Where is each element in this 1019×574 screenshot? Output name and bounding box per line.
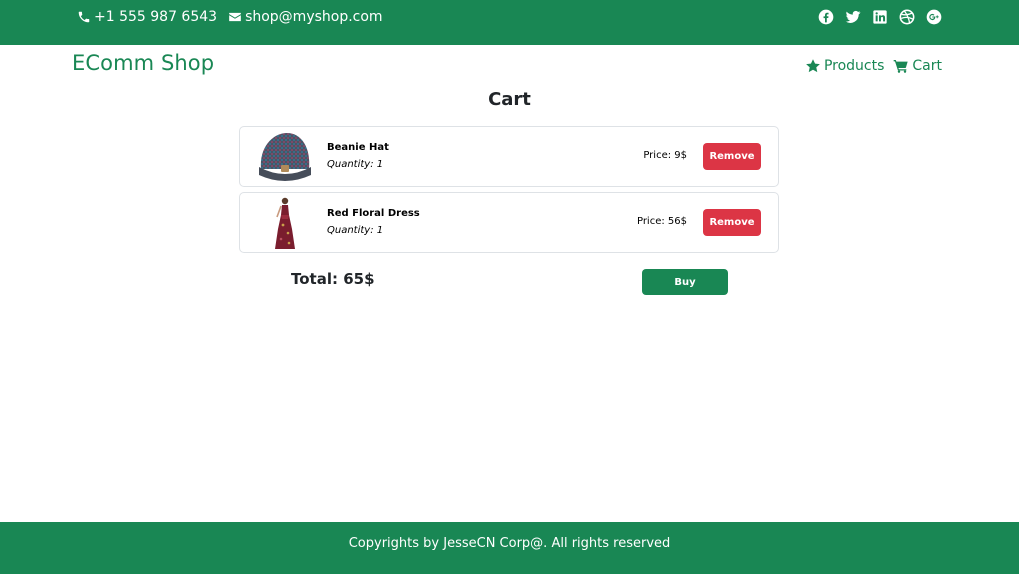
product-quantity: Quantity: 1 (327, 159, 384, 170)
product-image-beanie-hat (253, 129, 317, 184)
remove-item-button[interactable]: Remove (703, 143, 761, 170)
product-name: Beanie Hat (327, 142, 389, 153)
nav-cart-label: Cart (912, 58, 942, 74)
google-plus-icon (926, 9, 942, 25)
phone-number: +1 555 987 6543 (94, 9, 218, 25)
google-plus-link[interactable] (926, 9, 942, 25)
star-icon (806, 59, 820, 73)
product-quantity: Quantity: 1 (327, 225, 384, 236)
brand-logo[interactable]: EComm Shop (72, 51, 214, 75)
twitter-link[interactable] (845, 9, 861, 25)
main-navbar: EComm Shop Products Cart (0, 45, 1019, 87)
nav-products-label: Products (823, 58, 885, 74)
product-name: Red Floral Dress (327, 208, 420, 219)
phone-contact[interactable]: +1 555 987 6543 (77, 9, 217, 25)
envelope-icon (229, 12, 241, 22)
footer: Copyrights by JesseCN Corp@. All rights … (0, 522, 1019, 574)
cart-item: Beanie Hat Quantity: 1 Price: 9$ Remove (239, 126, 779, 187)
nav-links: Products Cart (796, 58, 942, 74)
dribbble-link[interactable] (899, 9, 915, 25)
phone-icon (78, 11, 90, 23)
cart-item: Red Floral Dress Quantity: 1 Price: 56$ … (239, 192, 779, 253)
buy-button[interactable]: Buy (642, 269, 728, 295)
dribbble-icon (899, 9, 915, 25)
footer-copyright: Copyrights by JesseCN Corp@. All rights … (348, 536, 671, 551)
email-contact[interactable]: shop@myshop.com (228, 9, 383, 25)
product-price: Price: 9$ (643, 150, 687, 161)
linkedin-icon (873, 10, 887, 24)
social-links (807, 9, 942, 25)
linkedin-link[interactable] (872, 9, 888, 25)
email-address: shop@myshop.com (245, 9, 383, 25)
facebook-icon (818, 9, 834, 25)
twitter-icon (845, 10, 861, 23)
nav-cart-link[interactable]: Cart (893, 58, 942, 74)
product-image-red-floral-dress (253, 195, 317, 250)
facebook-link[interactable] (818, 9, 834, 25)
remove-item-button[interactable]: Remove (703, 209, 761, 236)
product-price: Price: 56$ (636, 216, 687, 227)
cart-total: Total: 65$ (291, 270, 375, 288)
cart-icon (894, 60, 909, 73)
contact-info: +1 555 987 6543 shop@myshop.com (77, 9, 394, 25)
page-title: Cart (488, 89, 531, 110)
top-contact-bar: +1 555 987 6543 shop@myshop.com (0, 0, 1019, 45)
nav-products-link[interactable]: Products (805, 58, 884, 74)
